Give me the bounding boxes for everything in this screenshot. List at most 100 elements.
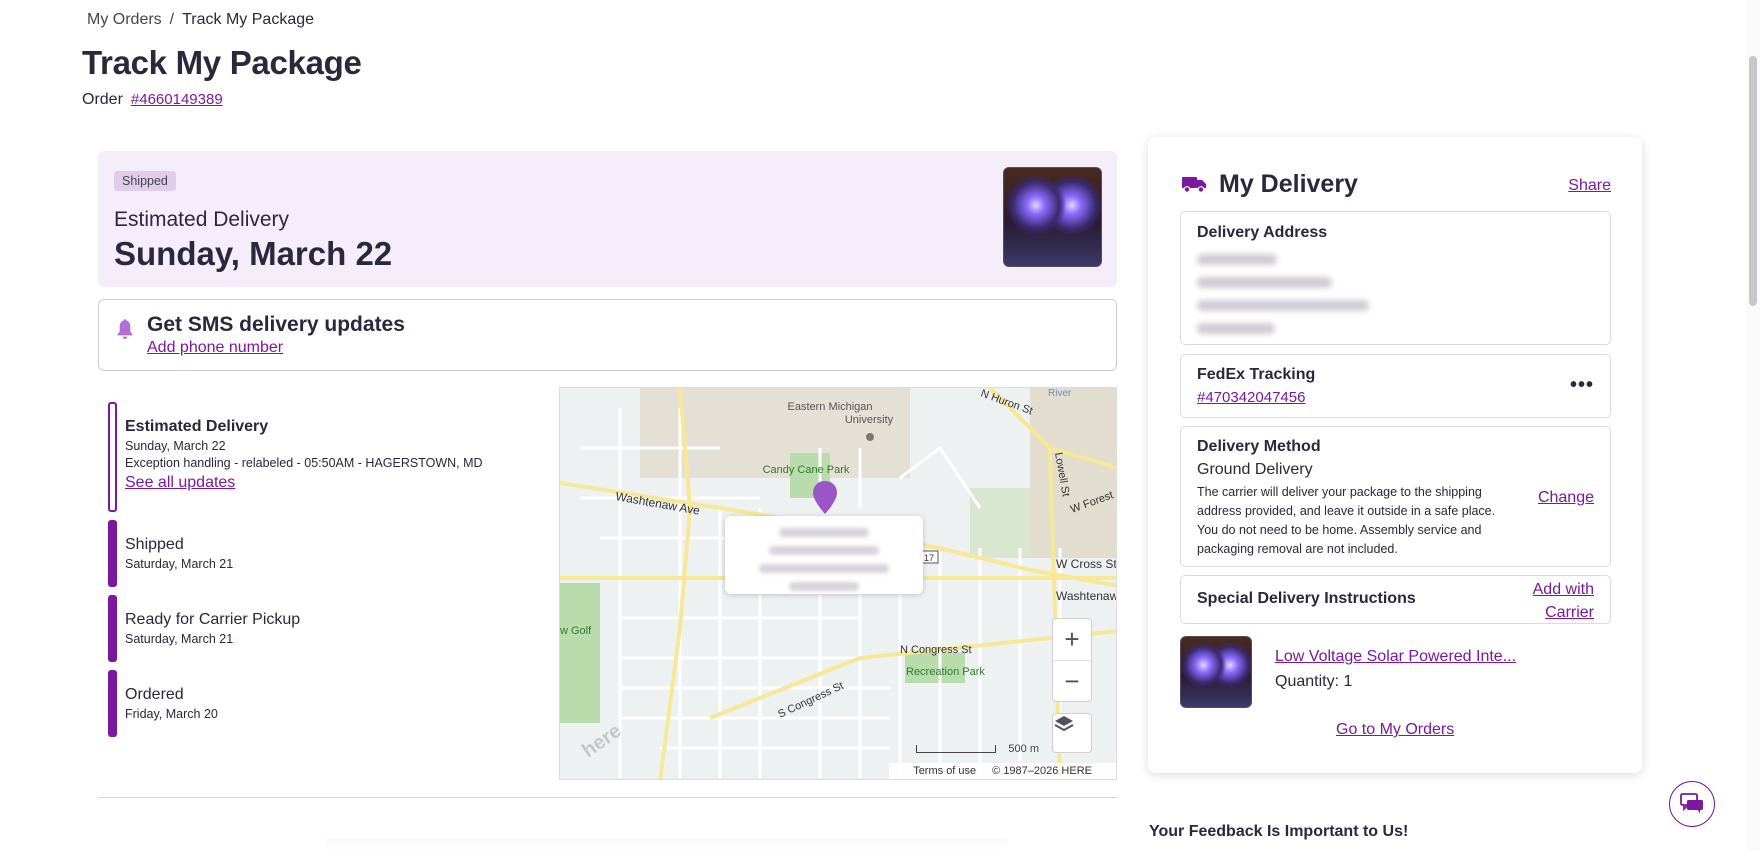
estimated-delivery-label: Estimated Delivery (114, 208, 290, 231)
tracking-timeline: Estimated Delivery Sunday, March 22 Exce… (108, 402, 528, 737)
add-with-carrier-line-1: Add with (1532, 581, 1594, 598)
map-label-candy-cane-park: Candy Cane Park (763, 464, 850, 476)
blurred-text (769, 546, 879, 555)
blurred-address-line (1197, 323, 1275, 334)
scrollbar-thumb[interactable] (1749, 56, 1757, 306)
timeline-date: Sunday, March 22 (125, 439, 226, 453)
more-options-icon[interactable]: ••• (1570, 375, 1594, 395)
fedex-tracking-box: FedEx Tracking #470342047456 ••• (1180, 354, 1611, 418)
blurred-address-line (1197, 254, 1277, 265)
map-scale-label: 500 m (1008, 743, 1039, 755)
my-delivery-title: My Delivery (1219, 170, 1358, 198)
sms-updates-card: Get SMS delivery updates Add phone numbe… (98, 299, 1117, 371)
bottom-fade (327, 838, 1007, 851)
timeline-date: Saturday, March 21 (125, 632, 234, 646)
timeline-date: Saturday, March 21 (125, 557, 234, 571)
page-scrollbar[interactable] (1746, 0, 1760, 851)
blurred-address-line (1197, 277, 1332, 288)
delivery-map[interactable]: Eastern Michigan University Candy Cane P… (559, 387, 1117, 780)
special-instructions-title: Special Delivery Instructions (1197, 590, 1416, 607)
map-copyright: © 1987–2026 HERE (992, 765, 1092, 777)
breadcrumb: My Orders / Track My Package (87, 11, 314, 29)
delivery-method-name: Ground Delivery (1197, 461, 1313, 478)
order-number-link[interactable]: #4660149389 (131, 91, 223, 109)
item-name-link[interactable]: Low Voltage Solar Powered Inte... (1275, 648, 1516, 666)
chat-button[interactable] (1669, 781, 1715, 827)
timeline-bar (108, 402, 117, 512)
tracking-number-link[interactable]: #470342047456 (1197, 389, 1305, 406)
special-instructions-box: Special Delivery Instructions Add with C… (1180, 575, 1611, 624)
add-phone-number-link[interactable]: Add phone number (147, 339, 283, 357)
blurred-text (789, 582, 859, 591)
blurred-address-line (1197, 300, 1369, 311)
order-label: Order (82, 91, 123, 108)
delivery-method-title: Delivery Method (1197, 438, 1321, 455)
timeline-item-shipped: Shipped Saturday, March 21 (108, 520, 528, 587)
map-label-eastern-michigan: Eastern Michigan (788, 401, 873, 413)
map-label-n-huron: N Huron St (979, 388, 1034, 417)
timeline-item-estimated-delivery: Estimated Delivery Sunday, March 22 Exce… (108, 402, 528, 512)
timeline-title: Ordered (125, 686, 184, 703)
feedback-heading: Your Feedback Is Important to Us! (1149, 823, 1409, 840)
blurred-text (759, 564, 889, 573)
map-label-river: River (1048, 388, 1072, 399)
map-label-washtenaw-right: Washtenaw (1056, 589, 1117, 603)
map-label-n-congress: N Congress St (900, 644, 972, 656)
delivery-method-description: The carrier will deliver your package to… (1197, 485, 1496, 556)
delivery-address-title: Delivery Address (1197, 224, 1328, 241)
share-link[interactable]: Share (1568, 177, 1611, 195)
university-icon (866, 433, 874, 441)
timeline-bar (108, 520, 117, 587)
breadcrumb-my-orders[interactable]: My Orders (87, 11, 162, 29)
timeline-bar (108, 595, 117, 662)
blurred-text (779, 528, 869, 537)
sms-title: Get SMS delivery updates (147, 313, 405, 336)
breadcrumb-current: Track My Package (182, 11, 315, 28)
item-thumbnail[interactable] (1180, 636, 1252, 708)
map-pin-icon[interactable] (813, 481, 837, 514)
add-with-carrier-line-2: Carrier (1545, 604, 1594, 621)
map-route-shield: 17 (924, 553, 934, 563)
timeline-detail: Exception handling - relabeled - 05:50AM… (125, 456, 483, 470)
address-popup (725, 516, 923, 594)
breadcrumb-separator: / (169, 11, 175, 28)
here-logo: here (578, 720, 625, 762)
map-label-w-cross: W Cross St (1056, 557, 1117, 571)
product-thumbnail[interactable] (1003, 167, 1102, 267)
truck-icon (1182, 177, 1206, 193)
delivery-address-box: Delivery Address (1180, 211, 1611, 345)
map-label-golf: w Golf (560, 625, 592, 637)
layers-icon (1054, 716, 1074, 732)
item-quantity: Quantity: 1 (1275, 673, 1353, 690)
my-delivery-panel: My Delivery Share Delivery Address FedEx… (1148, 137, 1642, 773)
status-badge: Shipped (114, 171, 176, 191)
page-title: Track My Package (82, 44, 362, 81)
delivery-status-card: Shipped Estimated Delivery Sunday, March… (98, 151, 1117, 287)
timeline-date: Friday, March 20 (125, 707, 218, 721)
estimated-delivery-date: Sunday, March 22 (114, 235, 393, 272)
map-label-recreation-park: Recreation Park (906, 666, 985, 678)
fedex-tracking-title: FedEx Tracking (1197, 366, 1316, 383)
timeline-bar (108, 670, 117, 737)
add-with-carrier-link[interactable]: Add with Carrier (1533, 578, 1594, 624)
go-to-my-orders-link[interactable]: Go to My Orders (1336, 721, 1454, 739)
zoom-in-button[interactable]: + (1053, 619, 1091, 660)
timeline-title: Shipped (125, 536, 184, 553)
map-zoom-control: + − (1052, 618, 1092, 702)
zoom-out-button[interactable]: − (1053, 660, 1091, 701)
change-method-link[interactable]: Change (1538, 489, 1594, 507)
map-label-university: University (845, 414, 894, 426)
delivery-method-box: Delivery Method Ground Delivery The carr… (1180, 426, 1611, 567)
map-terms-link[interactable]: Terms of use (913, 765, 976, 777)
timeline-item-ready-for-pickup: Ready for Carrier Pickup Saturday, March… (108, 595, 528, 662)
see-all-updates-link[interactable]: See all updates (125, 474, 528, 492)
timeline-title: Ready for Carrier Pickup (125, 611, 301, 628)
map-scale-bar (916, 745, 996, 753)
timeline-title: Estimated Delivery (125, 418, 269, 435)
map-footer: Terms of use © 1987–2026 HERE (889, 763, 1116, 779)
chat-icon (1680, 793, 1703, 814)
bell-icon (117, 319, 133, 339)
map-layers-button[interactable] (1052, 713, 1092, 753)
timeline-item-ordered: Ordered Friday, March 20 (108, 670, 528, 737)
order-line: Order #4660149389 (82, 91, 223, 109)
